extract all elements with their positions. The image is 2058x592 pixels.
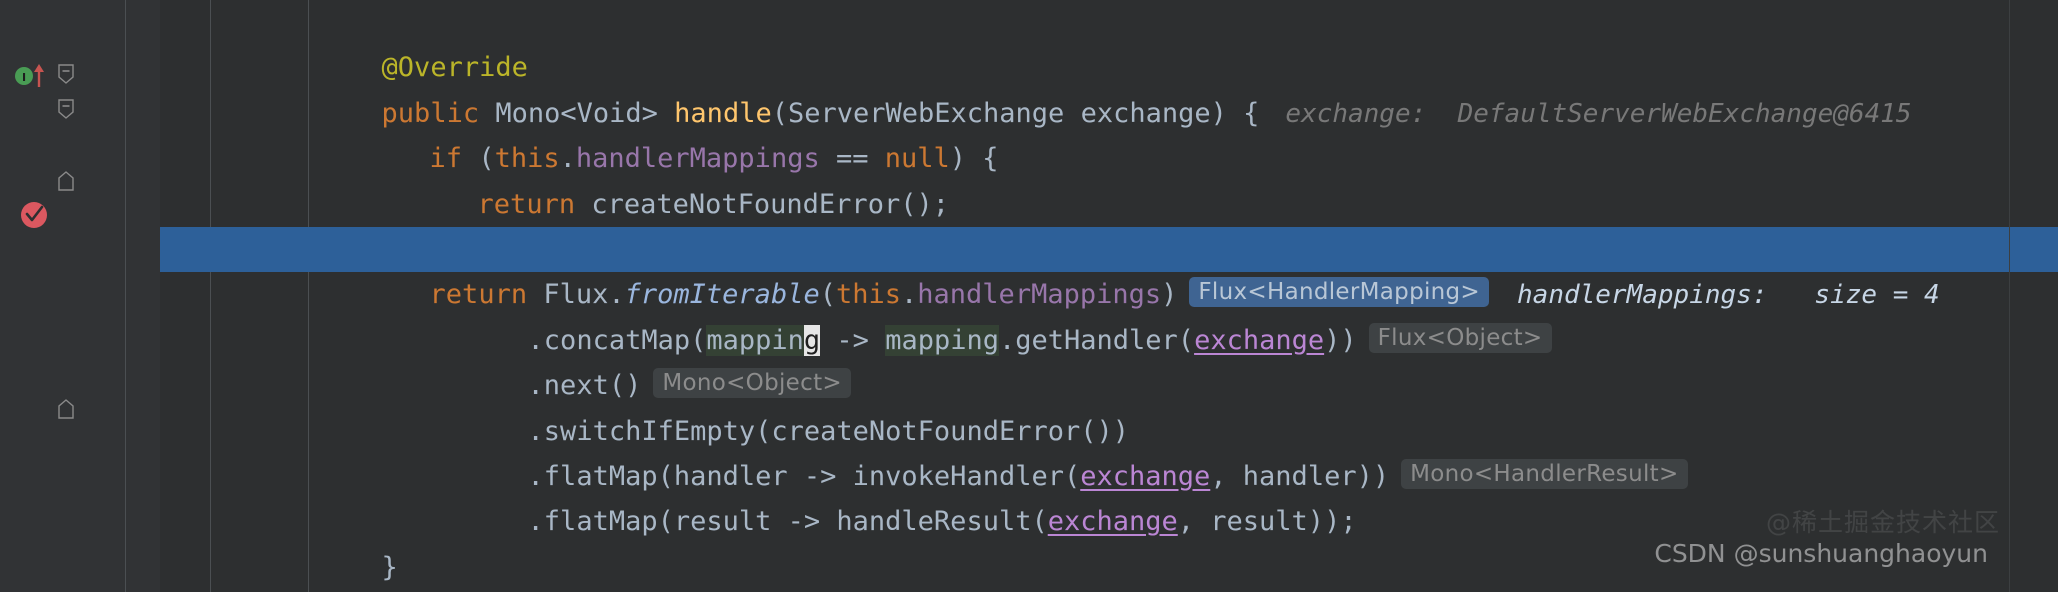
code-line-method-signature[interactable]: public Mono<Void> handle(ServerWebExchan… xyxy=(160,45,2058,129)
code-line-annotation[interactable]: @Override xyxy=(160,0,2058,83)
method-implements-arrow-icon[interactable]: I xyxy=(14,60,50,90)
code-editor[interactable]: I @Override public Mono<Void> handle(Ser… xyxy=(0,0,2058,592)
code-line-if-null-check[interactable]: if (this.handlerMappings == null) { xyxy=(160,91,2058,174)
code-line-concat-map[interactable]: .concatMap(mapping -> mapping.getHandler… xyxy=(160,272,2058,356)
right-margin-rule xyxy=(2009,0,2010,592)
code-line-return-flux-current[interactable]: return Flux.fromIterable(this.handlerMap… xyxy=(160,226,2058,310)
breakpoint-verified-icon[interactable] xyxy=(18,197,52,231)
code-line-flatmap-handle-result[interactable]: .flatMap(result -> handleResult(exchange… xyxy=(160,454,2058,537)
watermark-csdn: CSDN @sunshuanghaoyun xyxy=(1654,539,1988,568)
code-line-switch-if-empty[interactable]: .switchIfEmpty(createNotFoundError()) xyxy=(160,363,2058,447)
svg-text:I: I xyxy=(22,71,26,84)
code-line-flatmap-invoke-handler[interactable]: .flatMap(handler -> invokeHandler(exchan… xyxy=(160,409,2058,492)
brace-close-method: } xyxy=(381,551,398,583)
fold-region-end-icon[interactable] xyxy=(56,170,76,191)
fold-collapse-icon[interactable] xyxy=(56,63,76,84)
code-line-return-not-found[interactable]: return createNotFoundError(); xyxy=(160,136,2058,220)
code-line-next[interactable]: .next() Mono<Object> xyxy=(160,318,2058,401)
code-line-close-if[interactable]: } xyxy=(160,182,2058,265)
fold-region-end-icon[interactable] xyxy=(56,398,76,419)
code-folding-column[interactable] xyxy=(56,0,80,592)
code-content-area[interactable]: @Override public Mono<Void> handle(Serve… xyxy=(160,0,2058,592)
fold-collapse-icon[interactable] xyxy=(56,98,76,119)
gutter-divider xyxy=(125,0,126,592)
watermark-chinese: @稀土掘金技术社区 xyxy=(1765,508,2000,537)
gutter-icon-column[interactable]: I xyxy=(0,0,160,592)
editor-gutter[interactable]: I xyxy=(0,0,160,592)
